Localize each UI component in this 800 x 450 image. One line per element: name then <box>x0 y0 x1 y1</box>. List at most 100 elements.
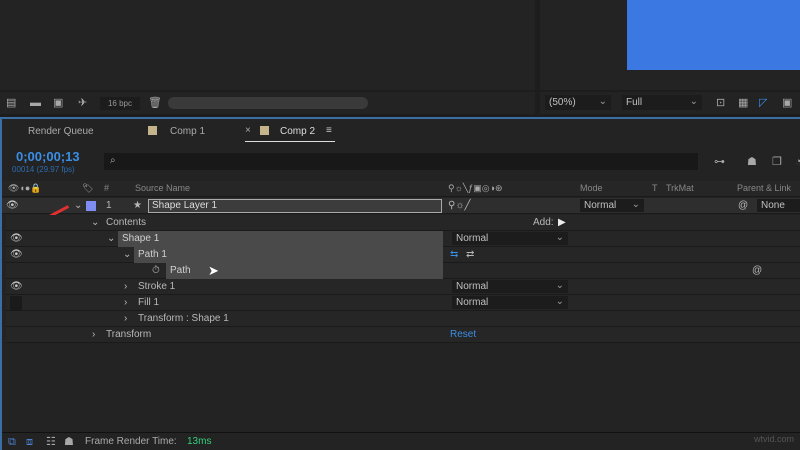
shape1-row[interactable]: 👁 ⌄ Shape 1 Normal ⌄ <box>6 231 800 247</box>
bit-depth-button[interactable]: 16 bpc <box>100 97 140 110</box>
transform-shape-row[interactable]: › Transform : Shape 1 <box>6 311 800 327</box>
stroke1-mode-dropdown[interactable]: Normal ⌄ <box>452 280 568 293</box>
path1-row[interactable]: 👁 ⌄ Path 1 ⇆ ⇄ <box>6 247 800 263</box>
path-row[interactable]: ⏱ Path ➤ @ <box>6 263 800 279</box>
comp-flowchart-icon[interactable]: ⊶ <box>714 155 725 169</box>
tab-render-queue[interactable]: Render Queue <box>28 126 94 137</box>
layer-switches-icons[interactable]: ⚲☼╱ <box>448 200 471 212</box>
watermark: wtvid.com <box>753 434 794 444</box>
tab-comp-2[interactable]: Comp 2 <box>280 126 315 137</box>
av-switch-icons: 👁◖●🔒 <box>8 183 42 193</box>
path1-label[interactable]: Path 1 <box>134 247 443 263</box>
column-source-name[interactable]: Source Name <box>135 183 190 193</box>
in-out-toggle-icon[interactable]: ☷ <box>46 435 56 449</box>
parent-dropdown[interactable]: None <box>757 199 800 212</box>
shape1-mode-value: Normal <box>456 233 489 244</box>
layer-name[interactable]: Shape Layer 1 <box>148 199 442 213</box>
new-composition-icon[interactable]: ▣ <box>53 96 63 110</box>
close-icon[interactable]: × <box>245 125 251 136</box>
stroke1-row[interactable]: 👁 › Stroke 1 Normal ⌄ <box>6 279 800 295</box>
add-label: Add: <box>533 217 554 228</box>
fill1-row[interactable]: › Fill 1 Normal ⌄ <box>6 295 800 311</box>
motion-blur-icon[interactable]: ◔ <box>795 155 800 169</box>
column-t: T <box>652 183 658 193</box>
layer-number: 1 <box>106 200 112 211</box>
comp2-color-swatch <box>260 126 269 135</box>
zoom-dropdown[interactable]: (50%) ⌄ <box>545 95 611 110</box>
zoom-value: (50%) <box>549 97 576 108</box>
viewer-panel <box>540 0 800 90</box>
layer-label-color[interactable] <box>86 201 96 211</box>
transform-row[interactable]: › Transform Reset <box>6 327 800 343</box>
column-trkmat[interactable]: TrkMat <box>666 183 694 193</box>
chevron-right-icon[interactable]: › <box>92 329 95 341</box>
stopwatch-icon[interactable]: ⏱ <box>152 265 160 277</box>
path-direction-icon[interactable]: ⇆ <box>450 249 458 261</box>
shape-layer-star-icon: ★ <box>133 200 142 211</box>
label-icon: 🏷 <box>82 183 94 193</box>
pickwhip-icon[interactable]: @ <box>738 200 748 212</box>
new-folder-icon[interactable]: ▬ <box>30 96 41 110</box>
column-mode[interactable]: Mode <box>580 183 603 193</box>
resolution-dropdown[interactable]: Full ⌄ <box>622 95 702 110</box>
fill1-mode-dropdown[interactable]: Normal ⌄ <box>452 296 568 309</box>
shy-layers-icon[interactable]: ☗ <box>747 155 757 169</box>
region-of-interest-icon[interactable]: ▣ <box>782 96 792 110</box>
layer-row[interactable]: 👁 ⌄ 1 ★ Shape Layer 1 ⚲☼╱ Normal ⌄ @ None <box>2 198 800 214</box>
mouse-cursor-icon: ➤ <box>208 263 219 278</box>
add-button-icon[interactable]: ▶ <box>558 217 566 229</box>
parent-value: None <box>761 200 785 211</box>
stroke1-mode-value: Normal <box>456 281 489 292</box>
transform-label: Transform <box>106 329 152 340</box>
chevron-down-icon: ⌄ <box>555 296 564 307</box>
fill1-label: Fill 1 <box>138 297 160 308</box>
chevron-right-icon[interactable]: › <box>124 281 127 293</box>
comp1-color-swatch <box>148 126 157 135</box>
viewer-toolbar: (50%) ⌄ Full ⌄ ⊡ ▦ ◸ ▣ <box>540 92 800 114</box>
reset-link[interactable]: Reset <box>450 329 476 341</box>
fast-previews-icon[interactable]: ⊡ <box>716 96 725 110</box>
current-time[interactable]: 0;00;00;13 <box>16 149 80 164</box>
composition-preview <box>627 0 800 70</box>
frame-blending-icon[interactable]: ❐ <box>772 155 782 169</box>
chevron-right-icon[interactable]: › <box>124 313 127 325</box>
chevron-right-icon[interactable]: › <box>124 297 127 309</box>
visibility-off-box[interactable] <box>10 296 22 310</box>
frame-render-time-value: 13ms <box>187 436 212 447</box>
trash-icon[interactable]: 🗑 <box>148 96 162 110</box>
transparency-grid-icon[interactable]: ▦ <box>738 96 748 110</box>
panel-menu-icon[interactable]: ≡ <box>326 125 332 136</box>
chevron-down-icon[interactable]: ⌄ <box>123 249 131 261</box>
shape1-mode-dropdown[interactable]: Normal ⌄ <box>452 232 568 245</box>
resolution-value: Full <box>626 97 643 108</box>
interpret-footage-icon[interactable]: ▤ <box>6 96 16 110</box>
tab-comp-1[interactable]: Comp 1 <box>170 126 205 137</box>
chevron-down-icon[interactable]: ⌄ <box>107 233 115 245</box>
render-icon[interactable]: ✈ <box>78 96 87 110</box>
path-reverse-icon[interactable]: ⇄ <box>466 249 474 261</box>
eye-icon[interactable]: 👁 <box>10 249 23 261</box>
chevron-down-icon[interactable]: ⌄ <box>91 217 99 229</box>
fill1-mode-value: Normal <box>456 297 489 308</box>
mask-visibility-icon[interactable]: ◸ <box>759 96 767 110</box>
layer-mode-dropdown[interactable]: Normal ⌄ <box>580 199 644 212</box>
project-scrollbar[interactable] <box>168 97 368 109</box>
contents-row[interactable]: ⌄ Contents Add: ▶ <box>6 215 800 231</box>
frame-render-time-label: Frame Render Time: <box>85 436 177 447</box>
shape1-label[interactable]: Shape 1 <box>118 231 443 247</box>
status-bar: ⧉ ⧈ ☷ ☗ Frame Render Time: 13ms <box>2 432 800 450</box>
modes-toggle-icon[interactable]: ⧈ <box>26 435 33 449</box>
frame-count: 00014 (29.97 fps) <box>12 165 75 174</box>
eye-icon[interactable]: 👁 <box>6 200 19 212</box>
column-parent[interactable]: Parent & Link <box>737 183 791 193</box>
eye-icon[interactable]: 👁 <box>10 281 23 293</box>
chevron-down-icon: ⌄ <box>555 232 564 243</box>
pickwhip-icon[interactable]: @ <box>752 265 762 277</box>
search-input[interactable]: ⌕ <box>104 153 698 170</box>
expand-chevron-icon[interactable]: ⌄ <box>74 200 82 212</box>
stretch-toggle-icon[interactable]: ☗ <box>64 435 74 449</box>
layer-switches-toggle-icon[interactable]: ⧉ <box>8 435 16 449</box>
switches-icons: ⚲☼╲ƒ▣◎◑⊛ <box>448 183 503 193</box>
chevron-down-icon: ⌄ <box>689 96 698 107</box>
eye-icon[interactable]: 👁 <box>10 233 23 245</box>
